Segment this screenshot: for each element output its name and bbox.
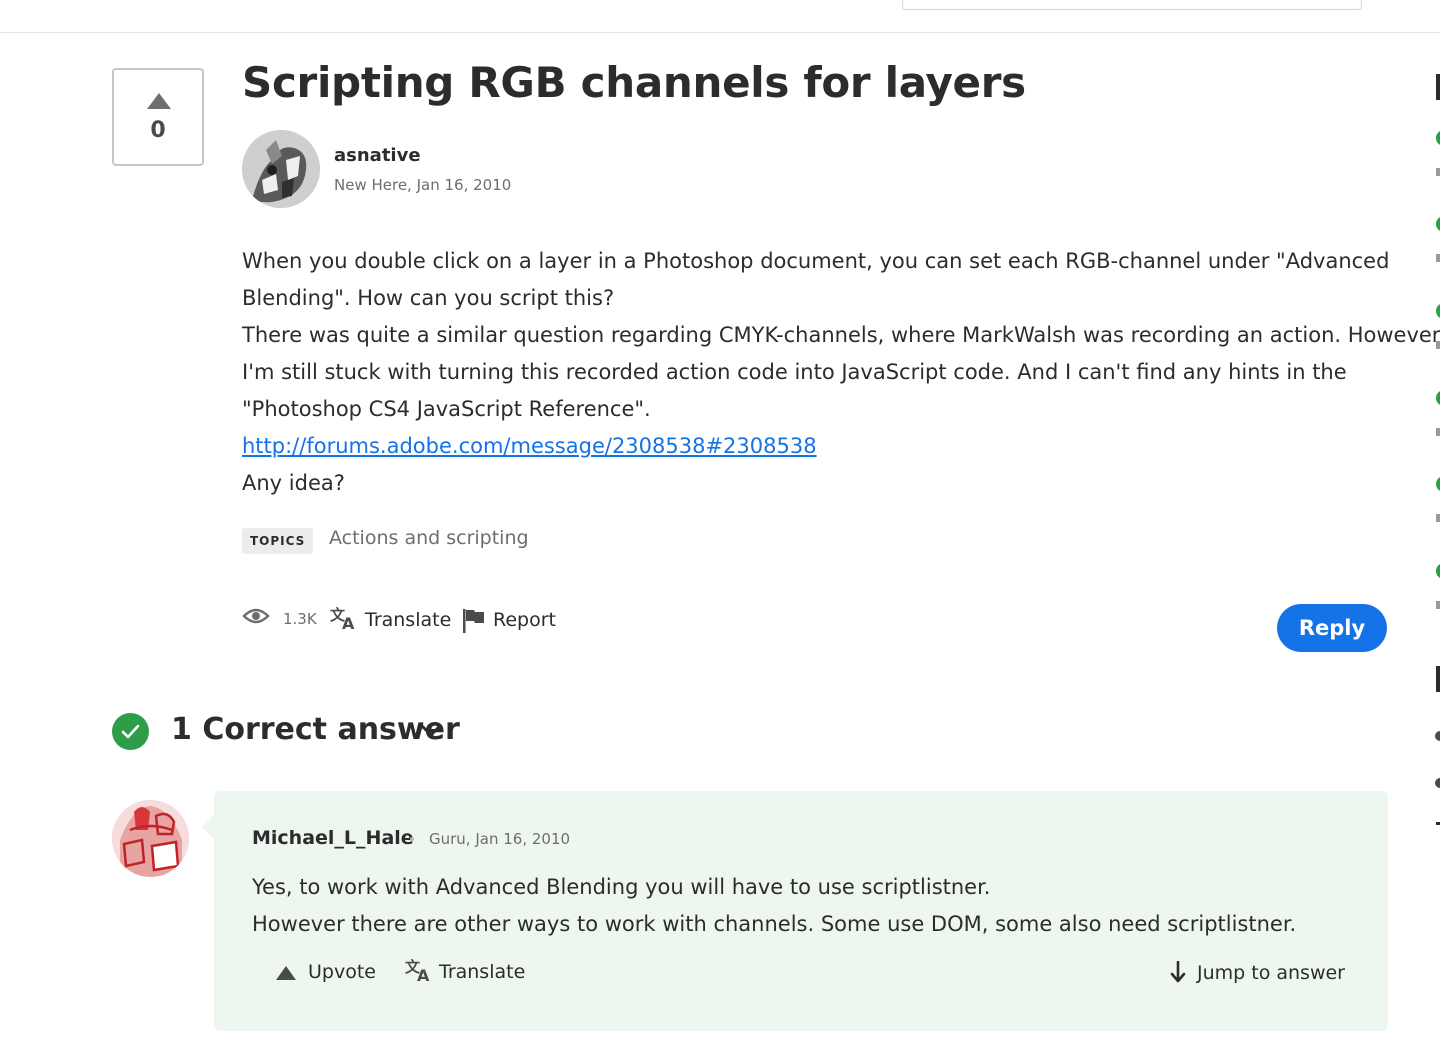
answer-author-name[interactable]: Michael_L_Hale [252, 827, 414, 849]
sidebar-status-dot [1436, 476, 1440, 492]
sidebar-edge-text [1436, 341, 1440, 349]
upvote-label: Upvote [308, 961, 376, 983]
post-body: When you double click on a layer in a Ph… [242, 243, 1440, 502]
sidebar-edge-bullet [1435, 778, 1440, 788]
topics-badge: TOPICS [242, 528, 314, 554]
jump-to-answer-label: Jump to answer [1197, 962, 1345, 984]
translate-icon: 文 A [330, 606, 355, 631]
answer-body-line: Yes, to work with Advanced Blending you … [252, 875, 991, 899]
answer-translate-label: Translate [439, 961, 526, 983]
sidebar-status-dot [1436, 563, 1440, 579]
answer-body: Yes, to work with Advanced Blending you … [252, 869, 1296, 943]
arrow-down-icon [1170, 961, 1186, 983]
flag-icon [463, 609, 484, 633]
post-body-line: There was quite a similar question regar… [242, 323, 1440, 347]
page: 0 Scripting RGB channels for layers asna… [0, 0, 1440, 1060]
author-avatar-image [242, 130, 320, 208]
upvote-triangle-icon[interactable] [147, 93, 171, 109]
answer-avatar-image [112, 800, 189, 877]
meta-separator-dot [410, 837, 414, 841]
report-label: Report [493, 609, 556, 631]
sidebar-edge-bullet [1435, 731, 1440, 741]
views-count: 1.3K [283, 610, 317, 628]
post-title: Scripting RGB channels for layers [242, 58, 1026, 107]
post-body-line: "Photoshop CS4 JavaScript Reference". [242, 397, 651, 421]
post-link[interactable]: http://forums.adobe.com/message/2308538#… [242, 434, 817, 458]
post-body-line: Blending". How can you script this? [242, 286, 615, 310]
sidebar-edge-text [1436, 254, 1440, 262]
sidebar-edge-text [1436, 514, 1440, 522]
post-action-bar: 1.3K 文 A Translate Report [242, 600, 1392, 640]
sidebar-edge-mark [1436, 666, 1440, 692]
post-body-line: I'm still stuck with turning this record… [242, 360, 1347, 384]
top-header [0, 0, 1440, 33]
triangle-up-icon [276, 966, 296, 980]
reply-button[interactable]: Reply [1277, 604, 1387, 652]
sidebar-edge-mark [1436, 74, 1440, 100]
author-meta: New Here, Jan 16, 2010 [334, 176, 512, 194]
vote-count: 0 [150, 118, 166, 143]
translate-label: Translate [365, 609, 452, 631]
author-avatar[interactable] [242, 130, 320, 208]
sidebar-status-dot [1436, 303, 1440, 319]
answer-card: Michael_L_Hale Guru, Jan 16, 2010 Yes, t… [202, 791, 1388, 1031]
author-name[interactable]: asnative [334, 145, 421, 166]
post-closing: Any idea? [242, 471, 345, 495]
translate-icon: 文 A [405, 958, 430, 983]
sidebar-edge-text [1436, 601, 1440, 609]
chevron-down-icon[interactable] [420, 723, 442, 739]
sidebar-status-dot [1436, 216, 1440, 232]
answer-author-avatar[interactable] [112, 800, 189, 877]
check-circle-icon [112, 713, 149, 750]
sidebar-edge-text [1436, 168, 1440, 176]
answer-body-line: However there are other ways to work wit… [252, 912, 1297, 936]
post-body-line: When you double click on a layer in a Ph… [242, 249, 1390, 273]
sidebar-status-dot [1436, 130, 1440, 146]
svg-text:A: A [417, 966, 430, 983]
sidebar-edge-text [1436, 428, 1440, 436]
vote-box[interactable]: 0 [112, 68, 204, 166]
sidebar-edge-text [1436, 822, 1440, 825]
search-input[interactable] [902, 0, 1362, 10]
correct-answer-heading[interactable]: 1 Correct answer [171, 712, 460, 747]
topic-link[interactable]: Actions and scripting [329, 527, 529, 549]
sidebar-status-dot [1436, 390, 1440, 406]
answer-meta: Guru, Jan 16, 2010 [429, 830, 571, 848]
svg-text:A: A [342, 614, 355, 631]
eye-icon [242, 608, 270, 624]
